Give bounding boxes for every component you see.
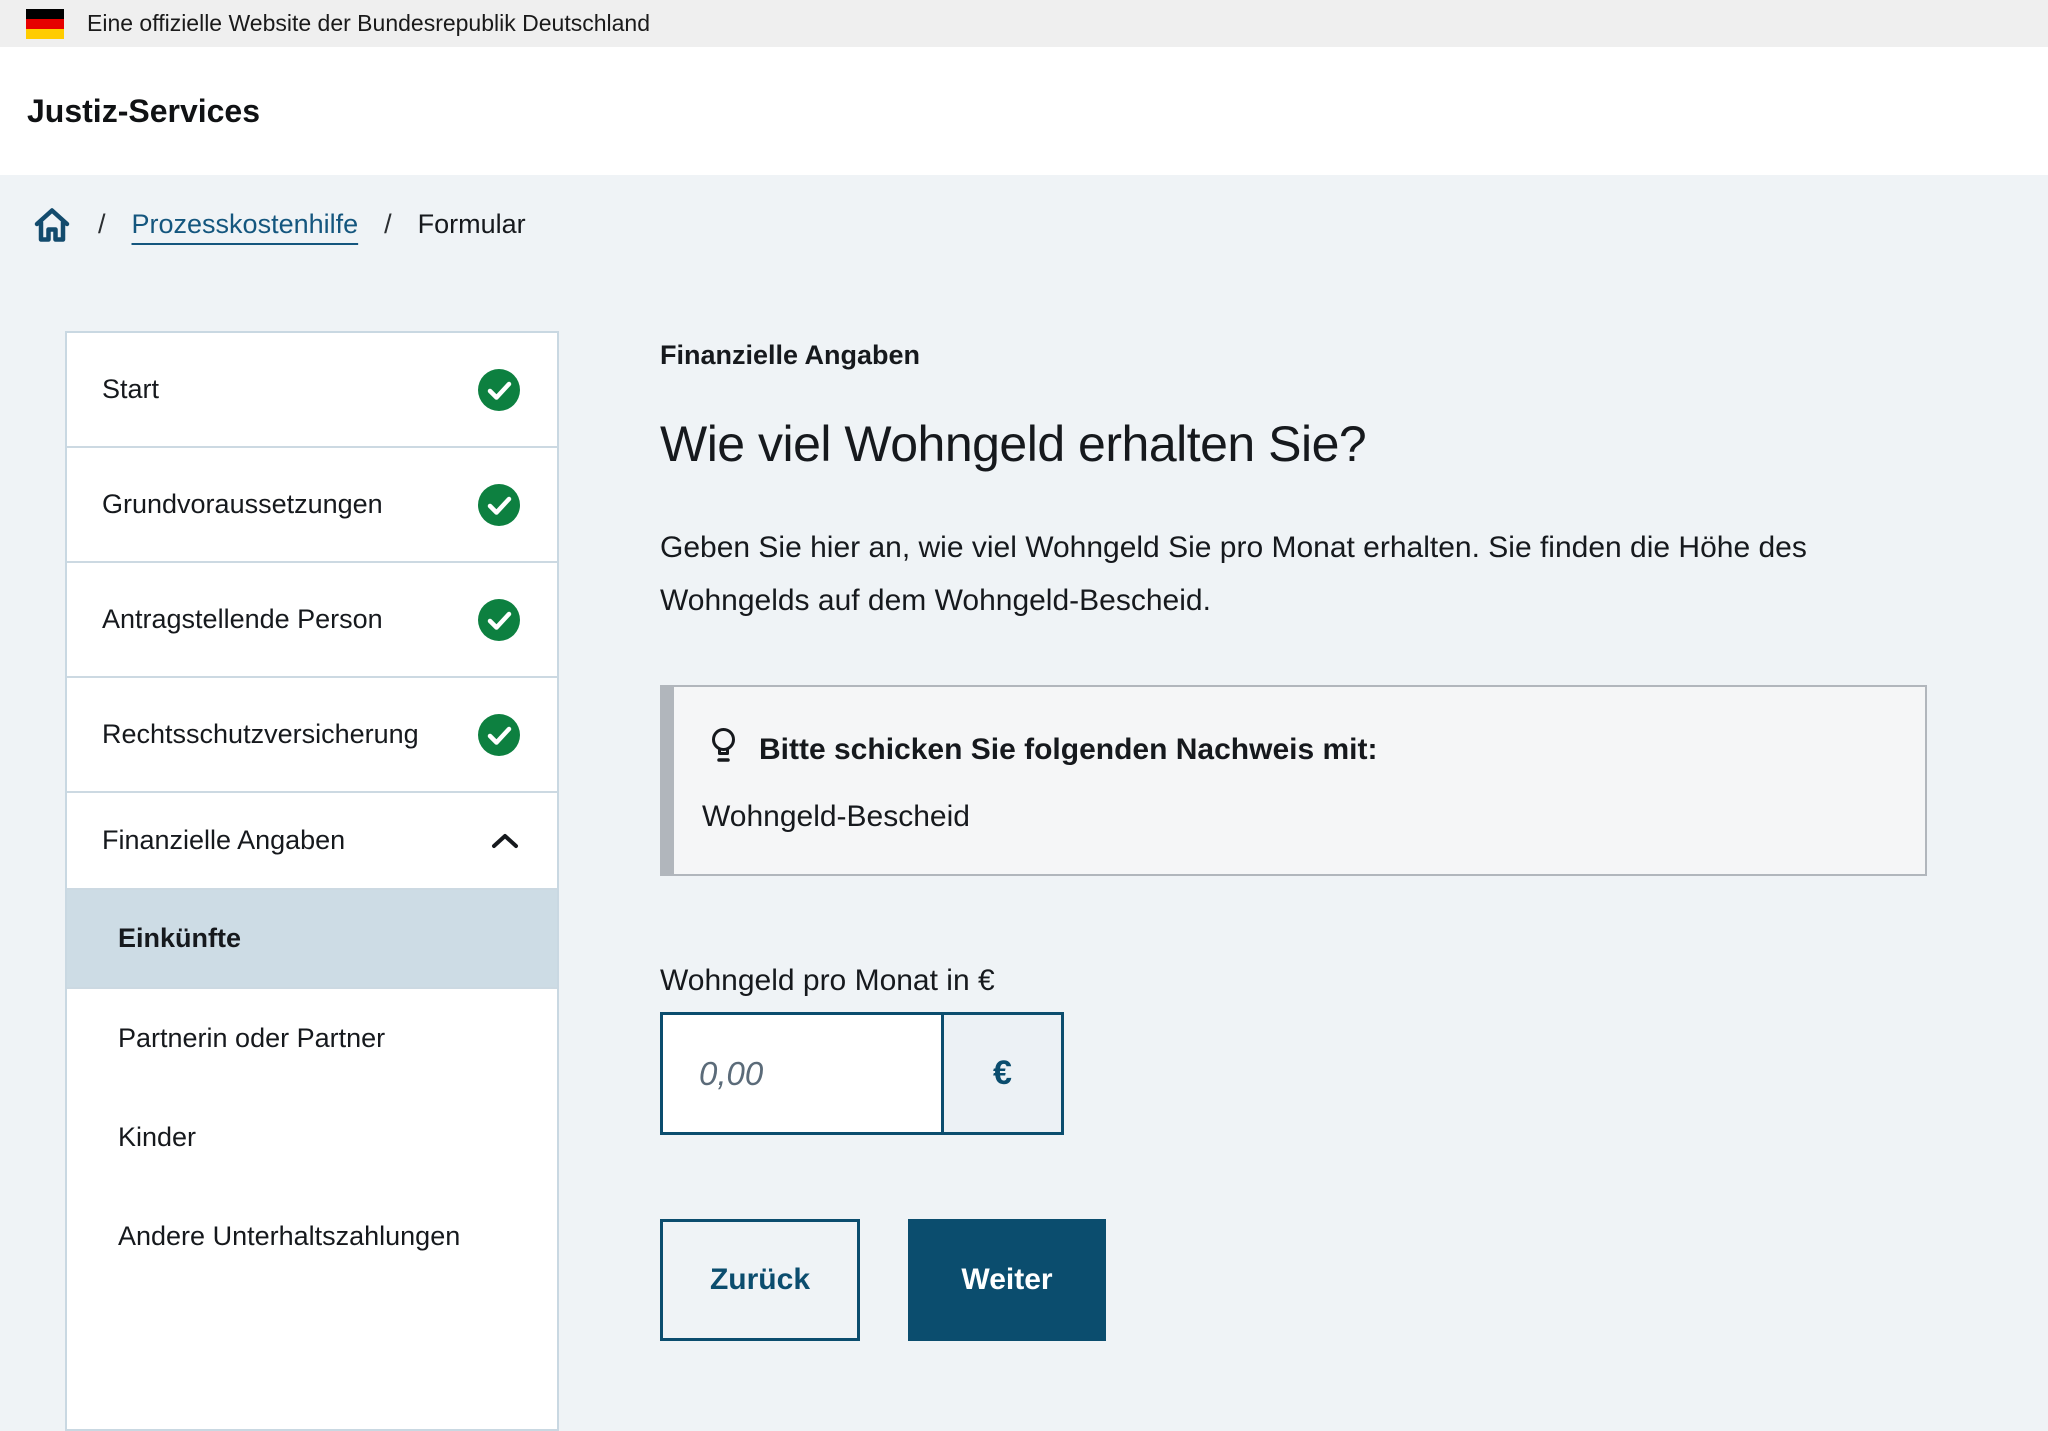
sidebar-subitem-partnerin-oder-partner[interactable]: Partnerin oder Partner (67, 989, 557, 1088)
hint-title: Bitte schicken Sie folgenden Nachweis mi… (759, 733, 1378, 767)
content-layout: Start Grundvoraussetzungen Antragstellen… (0, 331, 2048, 1431)
sidebar-item-label: Andere Unterhaltszahlungen (118, 1221, 460, 1252)
sidebar-item-grundvoraussetzungen[interactable]: Grundvoraussetzungen (67, 448, 557, 563)
wohngeld-input-group: € (660, 1012, 1950, 1135)
form-actions: Zurück Weiter (660, 1219, 1950, 1341)
check-circle-icon (478, 599, 520, 641)
sidebar-item-finanzielle-angaben[interactable]: Finanzielle Angaben (67, 793, 557, 890)
site-header: Justiz-Services (0, 47, 2048, 175)
check-circle-icon (478, 369, 520, 411)
check-circle-icon (478, 484, 520, 526)
page-title: Wie viel Wohngeld erhalten Sie? (660, 415, 1950, 473)
check-circle-icon (478, 714, 520, 756)
sidebar-item-label: Partnerin oder Partner (118, 1023, 385, 1054)
sidebar-subitem-kinder[interactable]: Kinder (67, 1088, 557, 1187)
sidebar-item-label: Rechtsschutzversicherung (102, 719, 419, 750)
hint-box: Bitte schicken Sie folgenden Nachweis mi… (660, 685, 1927, 876)
breadcrumb: / Prozesskostenhilfe / Formular (0, 175, 2048, 244)
sidebar-subitem-andere-unterhaltszahlungen[interactable]: Andere Unterhaltszahlungen (67, 1187, 557, 1286)
chevron-up-icon (490, 832, 520, 850)
site-title: Justiz-Services (27, 93, 260, 130)
wohngeld-input[interactable] (660, 1012, 944, 1135)
section-label: Finanzielle Angaben (660, 340, 1950, 371)
next-button[interactable]: Weiter (908, 1219, 1106, 1341)
breadcrumb-link-prozesskostenhilfe[interactable]: Prozesskostenhilfe (132, 209, 359, 240)
lightbulb-icon (710, 727, 737, 772)
sidebar-item-rechtsschutzversicherung[interactable]: Rechtsschutzversicherung (67, 678, 557, 793)
sidebar-item-antragstellende-person[interactable]: Antragstellende Person (67, 563, 557, 678)
page-description: Geben Sie hier an, wie viel Wohngeld Sie… (660, 521, 1950, 627)
sidebar-subitem-einkuenfte[interactable]: Einkünfte (67, 890, 557, 989)
form-main-content: Finanzielle Angaben Wie viel Wohngeld er… (660, 331, 1950, 1341)
german-flag-icon (26, 9, 64, 39)
government-banner-text: Eine offizielle Website der Bundesrepubl… (87, 10, 650, 37)
sidebar-item-label: Einkünfte (118, 923, 241, 954)
sidebar-item-label: Antragstellende Person (102, 604, 383, 635)
hint-document: Wohngeld-Bescheid (702, 800, 1885, 834)
home-icon[interactable] (32, 205, 72, 244)
sidebar-item-label: Finanzielle Angaben (102, 825, 345, 856)
sidebar-item-start[interactable]: Start (67, 333, 557, 448)
form-step-sidebar: Start Grundvoraussetzungen Antragstellen… (65, 331, 559, 1431)
back-button[interactable]: Zurück (660, 1219, 860, 1341)
breadcrumb-separator: / (98, 209, 106, 240)
wohngeld-field-label: Wohngeld pro Monat in € (660, 964, 1950, 998)
breadcrumb-current: Formular (418, 209, 526, 240)
currency-suffix: € (944, 1012, 1064, 1135)
government-banner: Eine offizielle Website der Bundesrepubl… (0, 0, 2048, 47)
breadcrumb-separator: / (384, 209, 392, 240)
sidebar-item-label: Kinder (118, 1122, 196, 1153)
sidebar-item-label: Start (102, 374, 159, 405)
sidebar-item-label: Grundvoraussetzungen (102, 489, 383, 520)
